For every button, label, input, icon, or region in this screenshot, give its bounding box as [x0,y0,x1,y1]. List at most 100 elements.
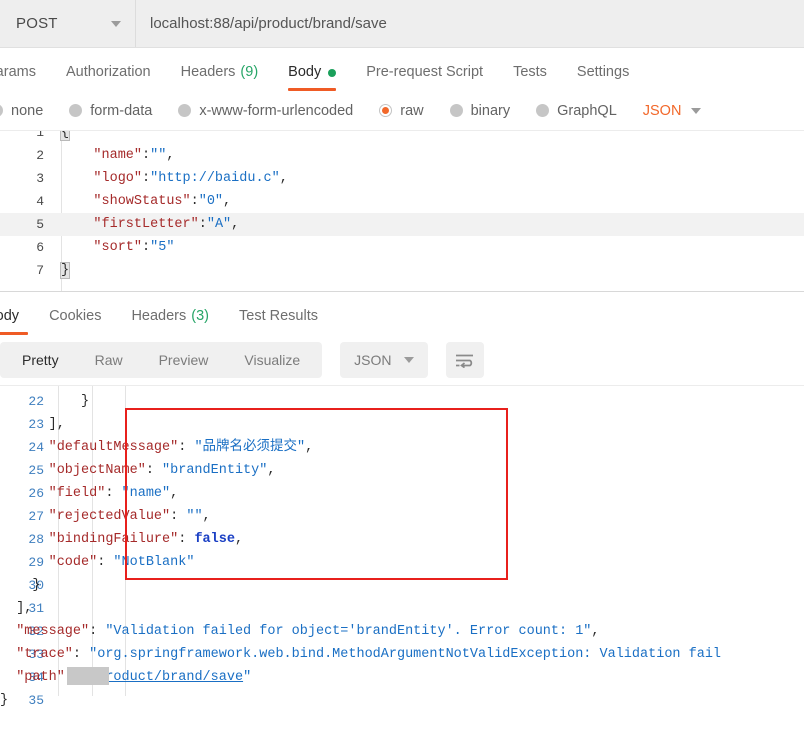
body-type-x-www-form-urlencoded[interactable]: x-www-form-urlencoded [178,103,353,119]
code-token: "NotBlank" [113,555,195,570]
response-tab-headers[interactable]: Headers (3) [131,308,209,335]
word-wrap-toggle[interactable] [445,342,484,378]
code-token: "code" [48,555,98,570]
code-token: : [170,509,187,524]
body-type-none[interactable]: none [0,103,43,119]
code-text: "path": "/product/brand/save" [0,666,251,689]
body-type-label: binary [470,102,511,119]
code-token: , [223,194,232,209]
request-tab-label: Body [288,64,322,80]
code-line: 2 "name":"", [0,144,804,167]
request-tab-label: Params [0,64,36,80]
request-tab-label: Pre-request Script [366,64,484,80]
request-tab-body[interactable]: Body [288,64,337,91]
code-line: 25 "objectName": "brandEntity", [0,459,804,482]
code-token: : [178,532,195,547]
code-token: "" [186,509,203,524]
response-format-label: JSON [354,352,392,368]
code-line: 35} [0,689,804,712]
request-tab-tests[interactable]: Tests [513,64,547,91]
code-text: ], [0,413,65,436]
line-number: 2 [36,148,44,163]
code-text: { [59,131,71,144]
line-number: 7 [36,263,44,278]
body-type-binary[interactable]: binary [449,102,511,119]
response-tab-label: Cookies [49,308,102,324]
code-token: : [190,194,199,209]
code-token: : [72,647,90,662]
request-url-text: localhost:88/api/product/brand/save [150,15,387,32]
response-view-preview[interactable]: Preview [141,342,227,378]
code-text: "defaultMessage": "品牌名必须提交", [0,436,314,459]
code-token: } [0,693,9,708]
code-token: "trace" [16,647,73,662]
code-text: "rejectedValue": "", [0,505,211,528]
chevron-down-icon [111,20,121,27]
request-body-type-row: none form-data x-www-form-urlencoded raw bin… [0,91,804,130]
code-line: 33 "trace": "org.springframework.web.bin… [0,643,804,666]
body-type-raw[interactable]: raw [379,102,424,119]
response-tab-test-results[interactable]: Test Results [239,308,318,335]
request-tab-params[interactable]: Params [0,64,36,91]
request-url-input[interactable]: localhost:88/api/product/brand/save [136,0,804,47]
body-type-label: none [11,102,44,119]
request-tab-label: Tests [513,64,547,80]
code-token: "5" [150,240,175,255]
http-method-selector[interactable]: POST [0,0,136,47]
code-text: "message": "Validation failed for object… [0,620,599,643]
chevron-down-icon[interactable] [691,107,702,114]
code-text: } [0,390,89,413]
code-token: , [166,148,175,163]
code-token: "org.springframework.web.bind.MethodArgu… [89,647,722,662]
body-type-label: form-data [90,102,153,119]
code-line: 1{ [0,130,804,144]
body-present-dot-icon [328,69,337,77]
response-format-selector[interactable]: JSON [340,342,428,378]
code-line: 29 "code": "NotBlank" [0,551,804,574]
code-token: "showStatus" [93,194,191,209]
request-tab-pre-request-script[interactable]: Pre-request Script [366,64,483,91]
code-token: "品牌名必须提交" [194,440,306,455]
line-number: 3 [36,171,44,186]
code-token: "logo" [93,171,143,186]
request-format-label[interactable]: JSON [643,103,682,119]
code-line: 7} [0,259,804,282]
code-token: "A" [206,217,232,232]
request-tab-settings[interactable]: Settings [577,64,629,91]
radio-icon [178,104,192,117]
request-tab-label: Headers [180,64,236,80]
response-tab-body[interactable]: Body [0,308,28,335]
code-text: } [59,259,71,282]
request-url-bar: POST localhost:88/api/product/brand/save [0,0,804,48]
request-tab-bar: Params Authorization Headers(9) Body Pre-req… [0,48,804,91]
code-token: , [279,171,288,186]
response-view-mode-group: Pretty Raw Preview Visualize [0,342,323,378]
response-view-raw[interactable]: Raw [77,342,141,378]
body-type-label: raw [400,102,424,119]
request-tab-headers[interactable]: Headers (9) [181,64,259,91]
radio-icon [69,104,83,117]
chevron-down-icon [403,357,414,363]
body-type-graphql[interactable]: GraphQL [536,103,617,119]
code-token: "message" [16,624,90,639]
code-token: "Validation failed for object='brandEnti… [105,624,592,639]
body-type-form-data[interactable]: form-data [69,103,152,119]
code-text: "name":"", [61,144,174,167]
code-text: } [0,574,40,597]
request-body-editor[interactable]: 1{2 "name":"", 3 "logo":"http://baidu.c",… [0,130,804,292]
code-line: 26 "field": "name", [0,482,804,505]
response-tab-label: Headers [131,308,187,324]
response-view-visualize[interactable]: Visualize [226,342,318,378]
request-tab-authorization[interactable]: Authorization [66,64,151,91]
line-number: 4 [36,194,44,209]
code-token: : [198,217,207,232]
response-tab-count: (3) [191,308,209,324]
response-view-pretty[interactable]: Pretty [4,342,77,378]
response-body-editor[interactable]: 22 } 23 ], 24 "defaultMessage": "品牌名必须提交",… [0,385,804,741]
line-number: 1 [36,130,44,140]
response-tab-cookies[interactable]: Cookies [49,308,101,335]
code-token: : [97,555,114,570]
